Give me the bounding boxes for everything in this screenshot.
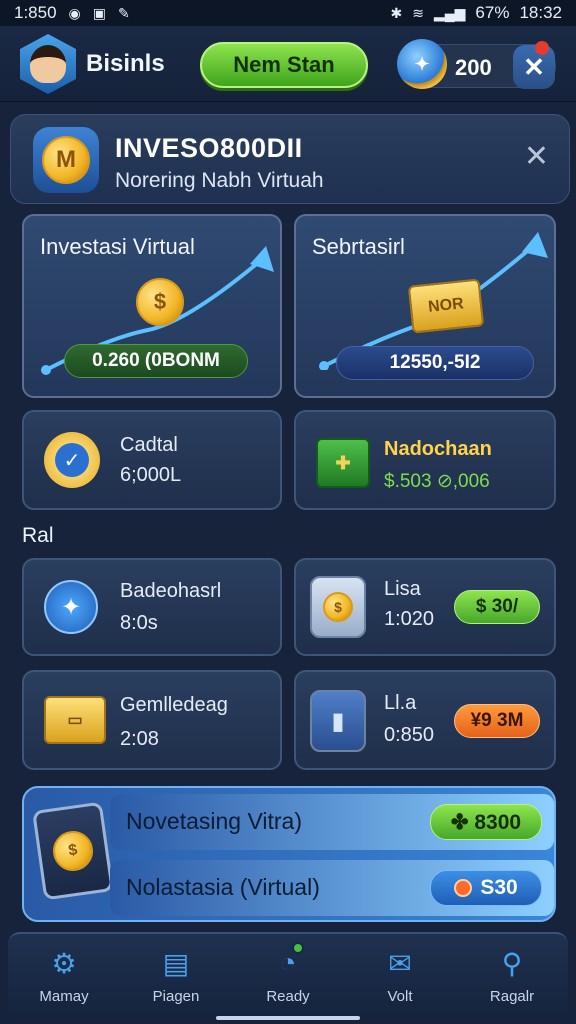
item-value: 1:020 <box>384 608 435 630</box>
coin-machine-icon: $ <box>310 576 366 638</box>
nav-item-piagen[interactable]: ▤ Piagen <box>120 934 232 1016</box>
wifi-icon: ≋ <box>412 4 424 21</box>
gold-chest-icon: ▭ <box>44 696 106 744</box>
nav-label: Volt <box>387 988 413 1005</box>
top-bar: Bisinls Nem Stan ✦ 200 ✕ <box>0 26 576 102</box>
item-price-button[interactable]: $ 30/ <box>454 590 540 624</box>
stat-title: Cadtal <box>120 434 178 456</box>
close-icon: ✕ <box>523 51 545 82</box>
home-indicator[interactable] <box>216 1016 360 1020</box>
brand-name: Bisinls <box>86 50 165 77</box>
phone-coin-icon: $ <box>32 801 114 901</box>
gold-coin-icon: M <box>42 136 90 184</box>
action-panel: $ Novetasing Vitra) ✤ 8300 Nolastasia (V… <box>22 786 556 922</box>
currency-value: 200 <box>455 55 492 80</box>
bluetooth-icon: ✱ <box>390 4 403 21</box>
mail-icon: ✉ <box>388 947 412 979</box>
nav-item-mamay[interactable]: ⚙ Mamay <box>8 934 120 1016</box>
item-card-lla[interactable]: ▮ Ll.a 0:850 ¥9 3M <box>294 670 556 770</box>
check-icon: ✓ <box>55 443 89 477</box>
item-value: 8:0s <box>120 612 158 634</box>
gear-icon: ⚙ <box>51 947 77 979</box>
image-app-icon: ▣ <box>92 4 106 21</box>
stat-card-capital[interactable]: ✓ Cadtal 6;000L <box>22 410 282 510</box>
banner-title: INVESO800DII <box>115 133 303 163</box>
feature-card-value: 0.260 (0BONM <box>64 344 248 378</box>
star-compass-icon: ✦ <box>44 580 98 634</box>
item-card-badeohasrl[interactable]: ✦ Badeohasrl 8:0s <box>22 558 282 656</box>
nav-label: Mamay <box>39 988 89 1005</box>
feature-card-investasi[interactable]: Investasi Virtual $ 0.260 (0BONM <box>22 214 282 398</box>
banner-coin-tile: M <box>33 127 99 193</box>
battery-percent: 67% <box>475 3 510 22</box>
banner-subtitle: Norering Nabh Virtuah <box>115 169 324 192</box>
avatar[interactable] <box>20 34 76 94</box>
nav-label: Ready <box>266 988 310 1005</box>
action-row-1[interactable]: Novetasing Vitra) ✤ 8300 <box>110 794 554 850</box>
vault-icon: ▮ <box>310 690 366 752</box>
item-card-gemlledeag[interactable]: ▭ Gemlledeag 2:08 <box>22 670 282 770</box>
nav-label: Piagen <box>152 988 200 1005</box>
status-time-left: 1:850 <box>14 3 57 22</box>
close-button[interactable]: ✕ <box>513 41 555 89</box>
feature-card-value: 12550,-5I2 <box>336 346 534 380</box>
action-button-1[interactable]: ✤ 8300 <box>430 804 542 840</box>
item-title: Gemlledeag <box>120 694 228 716</box>
close-icon[interactable]: ✕ <box>524 139 549 174</box>
stat-card-nadochaan[interactable]: ✚ Nadochaan $.503 ⊘,006 <box>294 410 556 510</box>
item-card-lisa[interactable]: $ Lisa 1:020 $ 30/ <box>294 558 556 656</box>
gold-coin-icon: $ <box>323 592 353 622</box>
bottom-nav: ⚙ Mamay ▤ Piagen ◔ Ready ✉ Volt ⚲ Ragalr <box>8 932 568 1016</box>
item-value: 2:08 <box>120 728 159 750</box>
action-label: Novetasing Vitra) <box>126 808 302 834</box>
item-price-button[interactable]: ¥9 3M <box>454 704 540 738</box>
start-button[interactable]: Nem Stan <box>200 42 368 88</box>
notification-dot <box>292 942 304 954</box>
stat-value: 6;000L <box>120 464 182 486</box>
nav-label: Ragalr <box>489 988 535 1005</box>
nav-item-ragalr[interactable]: ⚲ Ragalr <box>456 934 568 1016</box>
nav-item-ready[interactable]: ◔ Ready <box>232 934 344 1016</box>
coin-stack-icon: $ <box>136 278 184 326</box>
gold-coin-icon: $ <box>50 828 96 874</box>
currency-icon: ✦ <box>397 39 447 89</box>
item-title: Lisa <box>384 578 421 600</box>
promo-banner[interactable]: M INVESO800DII Norering Nabh Virtuah ✕ <box>10 114 570 204</box>
feature-card-sebrtasirl[interactable]: Sebrtasirl NOR 12550,-5I2 <box>294 214 556 398</box>
search-icon: ⚲ <box>501 947 523 979</box>
avatar-face-icon <box>30 45 66 83</box>
status-time-right: 18:32 <box>519 3 562 22</box>
status-bar: 1:850 ◉ ▣ ✎ ✱ ≋ ▂▄▆ 67% 18:32 <box>0 0 576 26</box>
gold-bar-icon: NOR <box>407 278 485 334</box>
gift-box-icon: ✚ <box>316 438 370 488</box>
currency-pill[interactable]: ✦ 200 ✕ <box>397 39 556 89</box>
action-button-label: S30 <box>480 876 518 899</box>
gear-badge-icon: ✓ <box>44 432 100 488</box>
nav-item-volt[interactable]: ✉ Volt <box>344 934 456 1016</box>
action-button-2[interactable]: S30 <box>430 870 542 906</box>
building-icon: ▮ <box>331 707 345 735</box>
notification-dot <box>535 41 549 55</box>
pencil-app-icon: ✎ <box>118 4 130 21</box>
signal-icon: ▂▄▆ <box>433 4 466 21</box>
item-value: 0:850 <box>384 724 435 746</box>
stat-value: $.503 ⊘,006 <box>384 471 490 492</box>
action-row-2[interactable]: Nolastasia (Virtual) S30 <box>110 860 554 916</box>
item-title: Badeohasrl <box>120 580 222 602</box>
coin-dot-icon <box>454 879 473 897</box>
stat-title: Nadochaan <box>384 438 492 460</box>
action-label: Nolastasia (Virtual) <box>126 874 320 900</box>
section-label: Ral <box>22 524 54 547</box>
item-title: Ll.a <box>384 692 417 714</box>
circle-app-icon: ◉ <box>68 4 81 21</box>
document-icon: ▤ <box>162 947 190 979</box>
